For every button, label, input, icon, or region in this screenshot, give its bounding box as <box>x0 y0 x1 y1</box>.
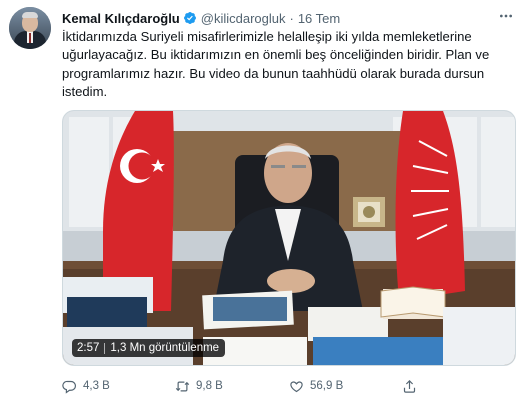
video-info-badge: 2:57 1,3 Mn görüntülenme <box>72 339 226 357</box>
tweet-header: Kemal Kılıçdaroğlu @kilicdarogluk · 16 T… <box>62 9 340 27</box>
tweet-text: İktidarımızda Suriyeli misafirlerimizle … <box>62 28 514 102</box>
like-count: 56,9 B <box>310 380 344 392</box>
tweet-actions: 4,3 B 9,8 B 56,9 B <box>62 376 502 396</box>
share-button[interactable] <box>402 376 423 396</box>
video-views: 1,3 Mn görüntülenme <box>110 342 220 354</box>
reply-icon <box>62 380 77 394</box>
tweet-card[interactable]: Kemal Kılıçdaroğlu @kilicdarogluk · 16 T… <box>0 0 525 401</box>
separator-dot: · <box>289 10 294 26</box>
retweet-icon <box>175 381 190 391</box>
video-player[interactable]: 2:57 1,3 Mn görüntülenme <box>62 110 516 366</box>
timestamp[interactable]: 16 Tem <box>298 11 340 26</box>
tweet-text-line: İktidarımızda Suriyeli misafirlerimizle … <box>62 29 472 44</box>
verified-badge-icon <box>183 12 196 24</box>
tweet-text-line: uğurlayacağız. Bu iktidarımızın en öneml… <box>62 47 490 63</box>
reply-button[interactable]: 4,3 B <box>62 376 110 396</box>
retweet-button[interactable]: 9,8 B <box>175 376 223 396</box>
avatar[interactable] <box>9 7 51 49</box>
share-icon <box>403 379 416 393</box>
video-duration: 2:57 <box>77 342 100 354</box>
tweet-text-line: programlarımız hazır. Bu video da bunun … <box>62 65 485 81</box>
tweet-text-line: istedim. <box>62 84 108 100</box>
like-button[interactable]: 56,9 B <box>289 376 343 396</box>
video-frame <box>63 111 515 365</box>
retweet-count: 9,8 B <box>196 380 223 392</box>
author-name[interactable]: Kemal Kılıçdaroğlu <box>62 11 180 26</box>
like-icon <box>290 380 303 392</box>
more-icon[interactable] <box>496 8 516 24</box>
author-handle[interactable]: @kilicdarogluk <box>201 11 286 26</box>
reply-count: 4,3 B <box>83 380 110 392</box>
